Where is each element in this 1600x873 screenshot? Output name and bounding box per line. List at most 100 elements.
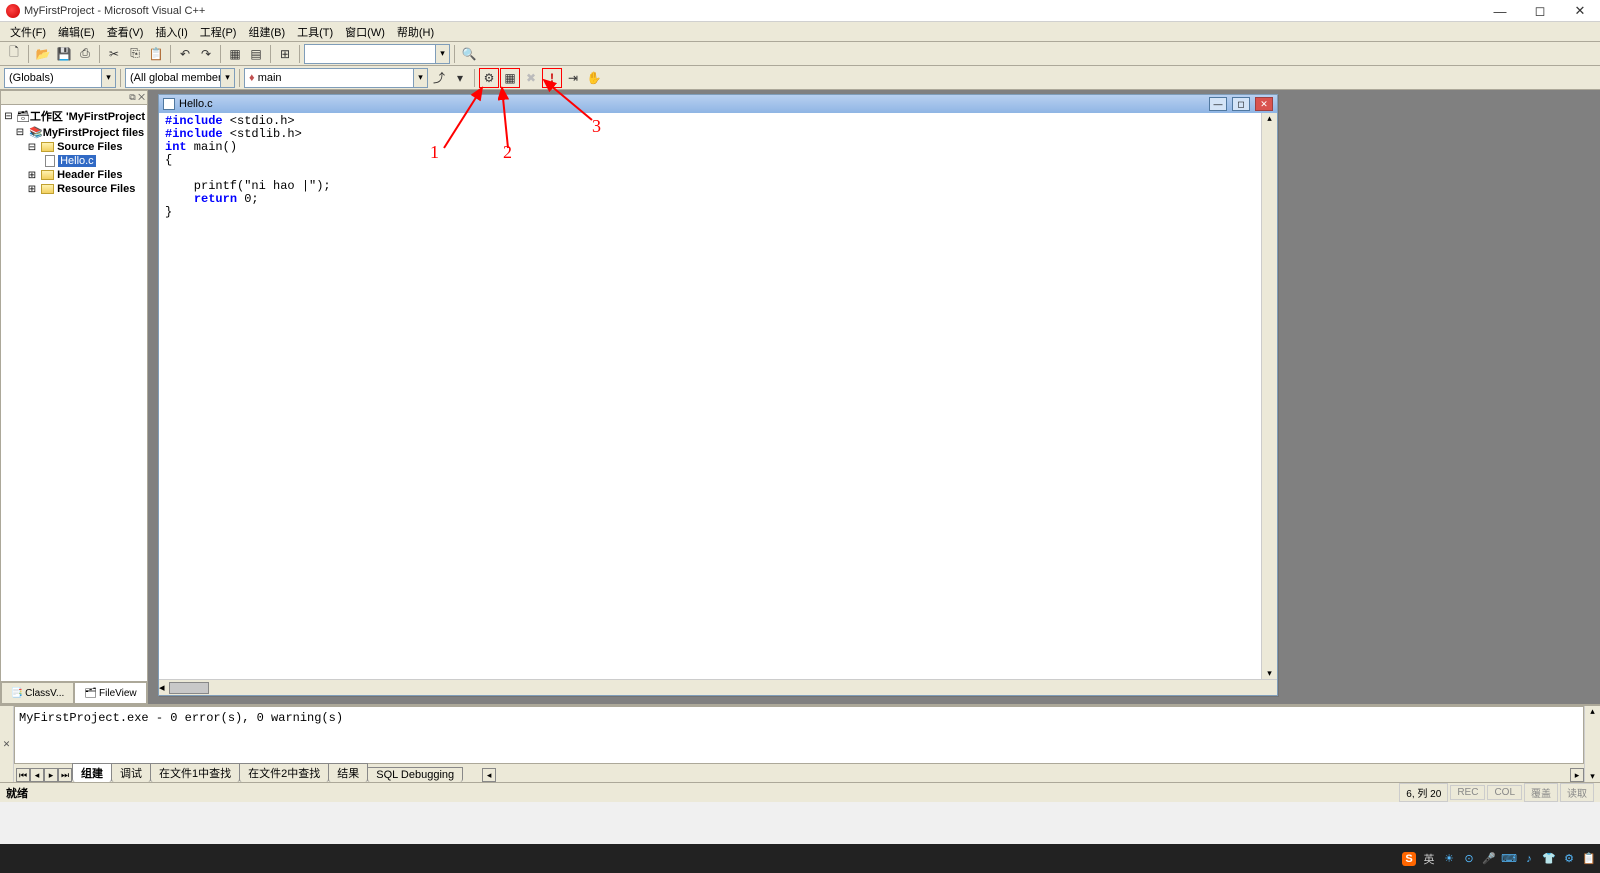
resource-folder[interactable]: ⊞ Resource Files — [3, 182, 145, 196]
status-position: 6, 列 20 — [1399, 783, 1448, 802]
output-nav-last[interactable]: ⏭ — [58, 768, 72, 782]
toolbar-standard: 🗋 📂 💾 ⎙ ✂ ⎘ 📋 ↶ ↷ ▦ ▤ ⊞ ▾ 🔍 — [0, 42, 1600, 66]
redo-icon[interactable]: ↷ — [196, 44, 216, 64]
titlebar: MyFirstProject - Microsoft Visual C++ — [0, 0, 1600, 22]
doc-maximize-button[interactable]: ◻ — [1232, 97, 1250, 111]
output-nav-next[interactable]: ▸ — [44, 768, 58, 782]
output-hscroll-right[interactable]: ▸ — [1570, 768, 1584, 782]
save-icon[interactable]: 💾 — [54, 44, 74, 64]
menubar: 文件(F) 编辑(E) 查看(V) 插入(I) 工程(P) 组建(B) 工具(T… — [0, 22, 1600, 42]
code-window: Hello.c — ◻ ✕ #include <stdio.h> #includ… — [158, 94, 1278, 696]
output-tab-results[interactable]: 结果 — [328, 763, 368, 782]
goto-icon[interactable]: ⤴ — [429, 68, 449, 88]
output-tab-build[interactable]: 组建 — [72, 763, 112, 782]
stop-build-icon[interactable]: ✖ — [521, 68, 541, 88]
header-folder[interactable]: ⊞ Header Files — [3, 168, 145, 182]
main-area: ⧉ ✕ ⊟🗃 工作区 'MyFirstProject ⊟📚 MyFirstPro… — [0, 90, 1600, 704]
output-hscroll-left[interactable]: ◂ — [482, 768, 496, 782]
function-combo[interactable]: ♦ main▾ — [244, 68, 428, 88]
menu-help[interactable]: 帮助(H) — [391, 22, 440, 42]
file-tree[interactable]: ⊟🗃 工作区 'MyFirstProject ⊟📚 MyFirstProject… — [1, 105, 147, 681]
window-buttons: — ◻ ✕ — [1480, 0, 1600, 22]
editor-scrollbar-h[interactable]: ◂ — [159, 679, 1277, 695]
menu-window[interactable]: 窗口(W) — [339, 22, 391, 42]
workspace-icon[interactable]: ▦ — [225, 44, 245, 64]
output-tabs: ⏮ ◂ ▸ ⏭ 组建 调试 在文件1中查找 在文件2中查找 结果 SQL Deb… — [14, 764, 1584, 782]
status-read: 读取 — [1560, 783, 1594, 802]
system-tray: S 英 ☀ ⊙ 🎤 ⌨ ♪ 👕 ⚙ 📋 — [1402, 852, 1596, 866]
output-text[interactable]: MyFirstProject.exe - 0 error(s), 0 warni… — [14, 706, 1584, 764]
source-file-hello[interactable]: Hello.c — [3, 154, 145, 168]
window-title: MyFirstProject - Microsoft Visual C++ — [24, 5, 1594, 17]
output-tab-find2[interactable]: 在文件2中查找 — [239, 763, 329, 782]
panel-header: ⧉ ✕ — [1, 91, 147, 105]
code-window-titlebar[interactable]: Hello.c — ◻ ✕ — [159, 95, 1277, 113]
mdi-background — [1400, 90, 1600, 704]
tab-classview[interactable]: 📑ClassV... — [1, 682, 74, 703]
status-ovr: 覆盖 — [1524, 783, 1558, 802]
tray-icon-2[interactable]: ⊙ — [1462, 852, 1476, 866]
menu-edit[interactable]: 编辑(E) — [52, 22, 101, 42]
menu-view[interactable]: 查看(V) — [101, 22, 150, 42]
statusbar: 就绪 6, 列 20 REC COL 覆盖 读取 — [0, 782, 1600, 802]
workspace-root[interactable]: ⊟🗃 工作区 'MyFirstProject — [3, 107, 145, 125]
tray-icon-mic[interactable]: 🎤 — [1482, 852, 1496, 866]
window-list-icon[interactable]: ⊞ — [275, 44, 295, 64]
tray-icon-4[interactable]: ♪ — [1522, 852, 1536, 866]
output-gripper[interactable]: ✕ — [0, 706, 14, 782]
build-button[interactable]: ▦ — [500, 68, 520, 88]
tab-fileview[interactable]: 🗂FileView — [74, 682, 147, 703]
copy-icon[interactable]: ⎘ — [125, 44, 145, 64]
menu-build[interactable]: 组建(B) — [242, 22, 291, 42]
menu-file[interactable]: 文件(F) — [4, 22, 52, 42]
menu-insert[interactable]: 插入(I) — [149, 22, 193, 42]
project-node[interactable]: ⊟📚 MyFirstProject files — [3, 125, 145, 140]
save-all-icon[interactable]: ⎙ — [75, 44, 95, 64]
actions-dropdown-icon[interactable]: ▾ — [450, 68, 470, 88]
find-icon[interactable]: 🔍 — [459, 44, 479, 64]
output-panel: ✕ MyFirstProject.exe - 0 error(s), 0 war… — [0, 704, 1600, 782]
breakpoint-icon[interactable]: ✋ — [584, 68, 604, 88]
tray-icon-1[interactable]: ☀ — [1442, 852, 1456, 866]
minimize-button[interactable]: — — [1480, 0, 1520, 22]
status-ready: 就绪 — [6, 785, 28, 801]
doc-minimize-button[interactable]: — — [1209, 97, 1227, 111]
execute-button[interactable]: ! — [542, 68, 562, 88]
paste-icon[interactable]: 📋 — [146, 44, 166, 64]
output-nav-first[interactable]: ⏮ — [16, 768, 30, 782]
output-tab-sql[interactable]: SQL Debugging — [367, 767, 463, 782]
windows-taskbar[interactable]: S 英 ☀ ⊙ 🎤 ⌨ ♪ 👕 ⚙ 📋 — [0, 844, 1600, 873]
close-button[interactable]: ✕ — [1560, 0, 1600, 22]
toolbar-wizbar: (Globals)▾ (All global members▾ ♦ main▾ … — [0, 66, 1600, 90]
doc-close-button[interactable]: ✕ — [1255, 97, 1273, 111]
tray-icon-7[interactable]: 📋 — [1582, 852, 1596, 866]
workspace-panel: ⧉ ✕ ⊟🗃 工作区 'MyFirstProject ⊟📚 MyFirstPro… — [0, 90, 148, 704]
editor-scrollbar-v[interactable] — [1261, 113, 1277, 679]
document-icon — [163, 98, 175, 110]
tray-icon-6[interactable]: ⚙ — [1562, 852, 1576, 866]
open-icon[interactable]: 📂 — [33, 44, 53, 64]
output-scrollbar-v[interactable] — [1584, 706, 1600, 782]
menu-project[interactable]: 工程(P) — [194, 22, 243, 42]
tray-icon-kbd[interactable]: ⌨ — [1502, 852, 1516, 866]
cut-icon[interactable]: ✂ — [104, 44, 124, 64]
new-file-icon[interactable]: 🗋 — [4, 44, 24, 64]
code-editor[interactable]: #include <stdio.h> #include <stdlib.h> i… — [159, 113, 1261, 679]
menu-tools[interactable]: 工具(T) — [291, 22, 339, 42]
tray-icon-5[interactable]: 👕 — [1542, 852, 1556, 866]
output-tab-find1[interactable]: 在文件1中查找 — [150, 763, 240, 782]
find-combo[interactable]: ▾ — [304, 44, 450, 64]
go-icon[interactable]: ⇥ — [563, 68, 583, 88]
output-icon[interactable]: ▤ — [246, 44, 266, 64]
ime-lang[interactable]: 英 — [1422, 852, 1436, 866]
output-tab-debug[interactable]: 调试 — [111, 763, 151, 782]
workspace-tabs: 📑ClassV... 🗂FileView — [1, 681, 147, 703]
scope-combo[interactable]: (Globals)▾ — [4, 68, 116, 88]
sogou-ime-icon[interactable]: S — [1402, 852, 1416, 866]
maximize-button[interactable]: ◻ — [1520, 0, 1560, 22]
output-nav-prev[interactable]: ◂ — [30, 768, 44, 782]
source-folder[interactable]: ⊟ Source Files — [3, 140, 145, 154]
members-combo[interactable]: (All global members▾ — [125, 68, 235, 88]
compile-button[interactable]: ⚙ — [479, 68, 499, 88]
undo-icon[interactable]: ↶ — [175, 44, 195, 64]
